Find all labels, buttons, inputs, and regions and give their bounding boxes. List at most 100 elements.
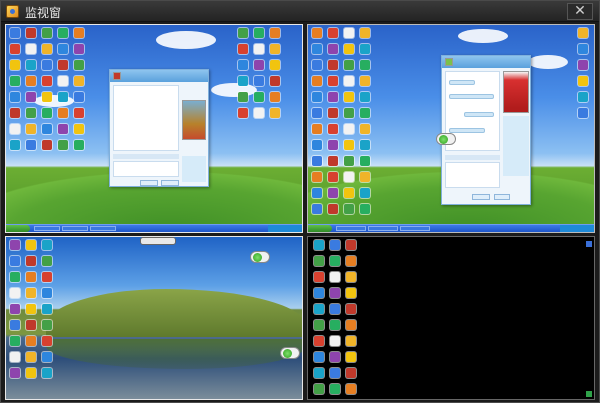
- floating-widget[interactable]: [436, 133, 456, 145]
- desktop-shortcut-icon[interactable]: [26, 28, 36, 38]
- desktop-shortcut-icon[interactable]: [346, 368, 356, 378]
- desktop-shortcut-icon[interactable]: [42, 288, 52, 298]
- desktop-shortcut-icon[interactable]: [346, 384, 356, 394]
- desktop-shortcut-icon[interactable]: [346, 352, 356, 362]
- desktop-shortcut-icon[interactable]: [58, 140, 68, 150]
- desktop-shortcut-icon[interactable]: [74, 28, 84, 38]
- desktop-shortcut-icon[interactable]: [26, 320, 36, 330]
- desktop-shortcut-icon[interactable]: [360, 60, 370, 70]
- desktop-shortcut-icon[interactable]: [254, 92, 264, 102]
- desktop-shortcut-icon[interactable]: [42, 240, 52, 250]
- desktop-shortcut-icon[interactable]: [312, 60, 322, 70]
- desktop-shortcut-icon[interactable]: [10, 28, 20, 38]
- desktop-shortcut-icon[interactable]: [312, 28, 322, 38]
- desktop-shortcut-icon[interactable]: [42, 92, 52, 102]
- chat-titlebar[interactable]: [110, 70, 208, 82]
- desktop-shortcut-icon[interactable]: [58, 124, 68, 134]
- desktop-shortcut-icon[interactable]: [270, 108, 280, 118]
- desktop-shortcut-icon[interactable]: [346, 288, 356, 298]
- taskbar-item[interactable]: [62, 226, 88, 231]
- desktop-shortcut-icon[interactable]: [10, 60, 20, 70]
- chat-window[interactable]: [109, 69, 209, 187]
- desktop-shortcut-icon[interactable]: [254, 60, 264, 70]
- desktop-shortcut-icon[interactable]: [26, 140, 36, 150]
- desktop-shortcut-icon[interactable]: [344, 124, 354, 134]
- desktop-shortcut-icon[interactable]: [578, 76, 588, 86]
- desktop-shortcut-icon[interactable]: [26, 352, 36, 362]
- desktop-shortcut-icon[interactable]: [312, 172, 322, 182]
- desktop-shortcut-icon[interactable]: [328, 124, 338, 134]
- close-chat-button[interactable]: [140, 180, 158, 186]
- desktop-shortcut-icon[interactable]: [346, 336, 356, 346]
- remote-screen-2[interactable]: [307, 24, 595, 233]
- desktop-shortcut-icon[interactable]: [42, 256, 52, 266]
- desktop-shortcut-icon[interactable]: [26, 272, 36, 282]
- desktop-shortcut-icon[interactable]: [270, 60, 280, 70]
- desktop-shortcut-icon[interactable]: [360, 140, 370, 150]
- desktop-shortcut-icon[interactable]: [270, 92, 280, 102]
- desktop-shortcut-icon[interactable]: [42, 304, 52, 314]
- desktop-shortcut-icon[interactable]: [328, 108, 338, 118]
- desktop-shortcut-icon[interactable]: [312, 140, 322, 150]
- desktop-shortcut-icon[interactable]: [42, 108, 52, 118]
- desktop-shortcut-icon[interactable]: [42, 336, 52, 346]
- desktop-shortcut-icon[interactable]: [344, 92, 354, 102]
- desktop-shortcut-icon[interactable]: [344, 156, 354, 166]
- desktop-shortcut-icon[interactable]: [10, 368, 20, 378]
- desktop-shortcut-icon[interactable]: [328, 204, 338, 214]
- desktop-shortcut-icon[interactable]: [26, 108, 36, 118]
- desktop-shortcut-icon[interactable]: [58, 92, 68, 102]
- desktop-shortcut-icon[interactable]: [314, 368, 324, 378]
- desktop-shortcut-icon[interactable]: [74, 60, 84, 70]
- desktop-shortcut-icon[interactable]: [26, 124, 36, 134]
- desktop-shortcut-icon[interactable]: [254, 28, 264, 38]
- chat-input-box[interactable]: [113, 161, 179, 177]
- desktop-shortcut-icon[interactable]: [254, 108, 264, 118]
- desktop-shortcut-icon[interactable]: [312, 188, 322, 198]
- desktop-shortcut-icon[interactable]: [328, 140, 338, 150]
- desktop-shortcut-icon[interactable]: [58, 44, 68, 54]
- desktop-shortcut-icon[interactable]: [312, 92, 322, 102]
- desktop-shortcut-icon[interactable]: [328, 44, 338, 54]
- desktop-shortcut-icon[interactable]: [312, 204, 322, 214]
- desktop-shortcut-icon[interactable]: [578, 108, 588, 118]
- desktop-shortcut-icon[interactable]: [26, 44, 36, 54]
- desktop-shortcut-icon[interactable]: [10, 76, 20, 86]
- desktop-shortcut-icon[interactable]: [346, 304, 356, 314]
- desktop-shortcut-icon[interactable]: [10, 272, 20, 282]
- desktop-shortcut-icon[interactable]: [344, 172, 354, 182]
- taskbar-item[interactable]: [90, 226, 116, 231]
- desktop-shortcut-icon[interactable]: [346, 272, 356, 282]
- desktop-shortcut-icon[interactable]: [10, 256, 20, 266]
- chat-toolbar[interactable]: [445, 155, 500, 160]
- chat-window[interactable]: [441, 55, 531, 205]
- desktop-shortcut-icon[interactable]: [10, 44, 20, 54]
- desktop-shortcut-icon[interactable]: [26, 92, 36, 102]
- desktop-shortcut-icon[interactable]: [314, 256, 324, 266]
- desktop-shortcut-icon[interactable]: [312, 76, 322, 86]
- taskbar-item[interactable]: [368, 226, 398, 231]
- desktop-shortcut-icon[interactable]: [238, 108, 248, 118]
- desktop-shortcut-icon[interactable]: [42, 60, 52, 70]
- desktop-shortcut-icon[interactable]: [238, 76, 248, 86]
- desktop-shortcut-icon[interactable]: [330, 288, 340, 298]
- desktop-shortcut-icon[interactable]: [238, 92, 248, 102]
- desktop-shortcut-icon[interactable]: [360, 76, 370, 86]
- desktop-shortcut-icon[interactable]: [10, 92, 20, 102]
- desktop-shortcut-icon[interactable]: [330, 352, 340, 362]
- desktop-shortcut-icon[interactable]: [344, 60, 354, 70]
- desktop-shortcut-icon[interactable]: [26, 336, 36, 346]
- desktop-shortcut-icon[interactable]: [328, 156, 338, 166]
- desktop-shortcut-icon[interactable]: [10, 124, 20, 134]
- send-button[interactable]: [161, 180, 179, 186]
- title-bar[interactable]: 监视窗 ✕: [1, 1, 599, 22]
- desktop-shortcut-icon[interactable]: [254, 76, 264, 86]
- desktop-shortcut-icon[interactable]: [10, 352, 20, 362]
- desktop-shortcut-icon[interactable]: [328, 60, 338, 70]
- desktop-shortcut-icon[interactable]: [26, 256, 36, 266]
- taskbar-item[interactable]: [34, 226, 60, 231]
- desktop-shortcut-icon[interactable]: [330, 240, 340, 250]
- remote-screen-3[interactable]: [5, 236, 303, 400]
- desktop-shortcut-icon[interactable]: [42, 320, 52, 330]
- desktop-shortcut-icon[interactable]: [578, 92, 588, 102]
